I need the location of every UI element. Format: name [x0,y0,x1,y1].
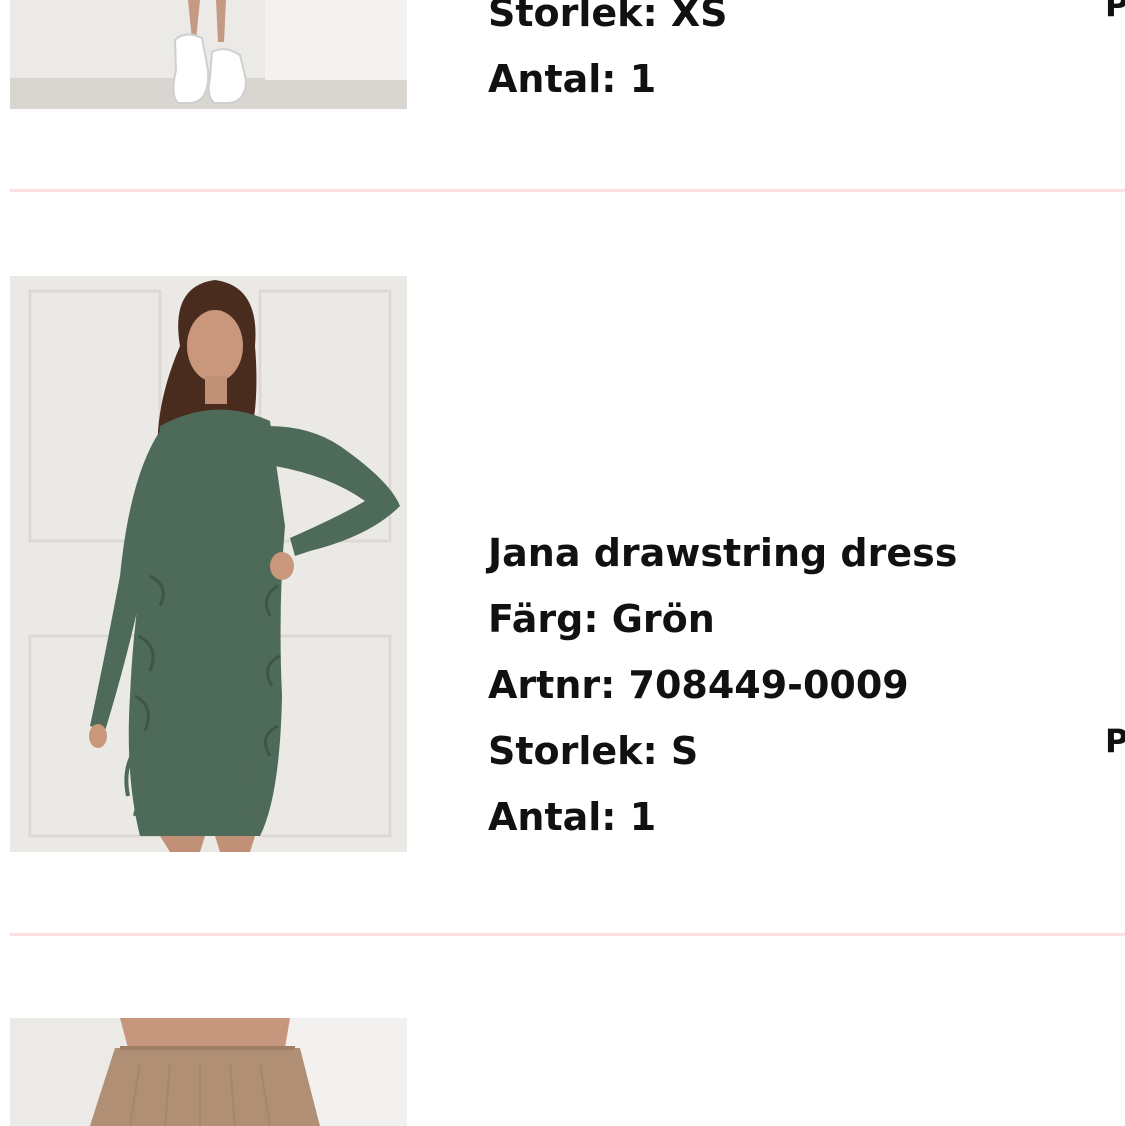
item-size: Storlek: S [488,729,699,773]
item-divider [10,933,1125,936]
item-details-2: Jana drawstring dress Färg: Grön Artnr: … [488,520,957,850]
product-image-skirt[interactable] [10,1018,407,1126]
item-article-number: Artnr: 708449-0009 [488,663,909,707]
item-quantity: Antal: 1 [488,57,657,101]
product-image-dress[interactable] [10,276,407,852]
item-size: Storlek: XS [488,0,728,35]
item-quantity: Antal: 1 [488,795,657,839]
green-dress-photo-icon [10,276,407,852]
product-image-sneakers[interactable] [10,0,407,109]
item-price-cut: P [1105,0,1125,24]
item-divider [10,189,1125,192]
sneakers-photo-icon [10,0,407,109]
item-color: Färg: Grön [488,597,715,641]
item-details-1: Storlek: XS Antal: 1 [488,0,728,112]
beige-skirt-photo-icon [10,1018,407,1126]
item-name[interactable]: Jana drawstring dress [488,520,957,586]
item-price-cut: P [1105,722,1125,760]
